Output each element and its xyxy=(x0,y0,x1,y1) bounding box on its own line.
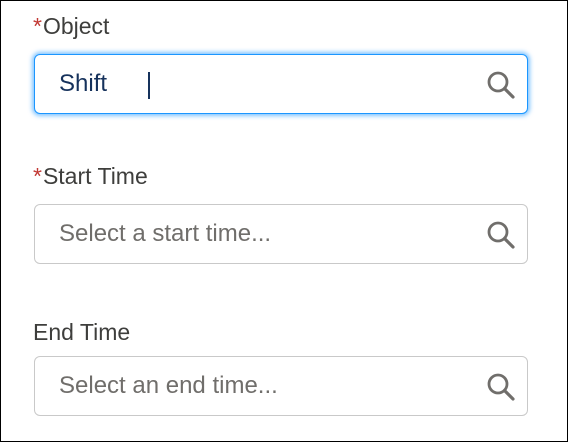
search-icon[interactable] xyxy=(485,219,517,251)
form-panel: *Object *Start Time End Time xyxy=(0,0,568,442)
end-time-input[interactable] xyxy=(35,357,475,415)
required-indicator: * xyxy=(33,13,42,39)
search-icon[interactable] xyxy=(485,69,517,101)
object-lookup[interactable] xyxy=(34,54,528,114)
object-label-text: Object xyxy=(42,13,110,39)
end-time-label-text: End Time xyxy=(33,319,131,345)
start-time-field-label: *Start Time xyxy=(33,162,148,190)
text-cursor xyxy=(148,72,150,99)
start-time-input[interactable] xyxy=(35,205,475,263)
required-indicator: * xyxy=(33,163,42,189)
end-time-field-label: End Time xyxy=(33,318,130,346)
search-icon[interactable] xyxy=(485,371,517,403)
end-time-lookup[interactable] xyxy=(34,356,528,416)
object-input[interactable] xyxy=(35,55,475,113)
start-time-lookup[interactable] xyxy=(34,204,528,264)
start-time-label-text: Start Time xyxy=(42,163,148,189)
object-field-label: *Object xyxy=(33,12,109,40)
